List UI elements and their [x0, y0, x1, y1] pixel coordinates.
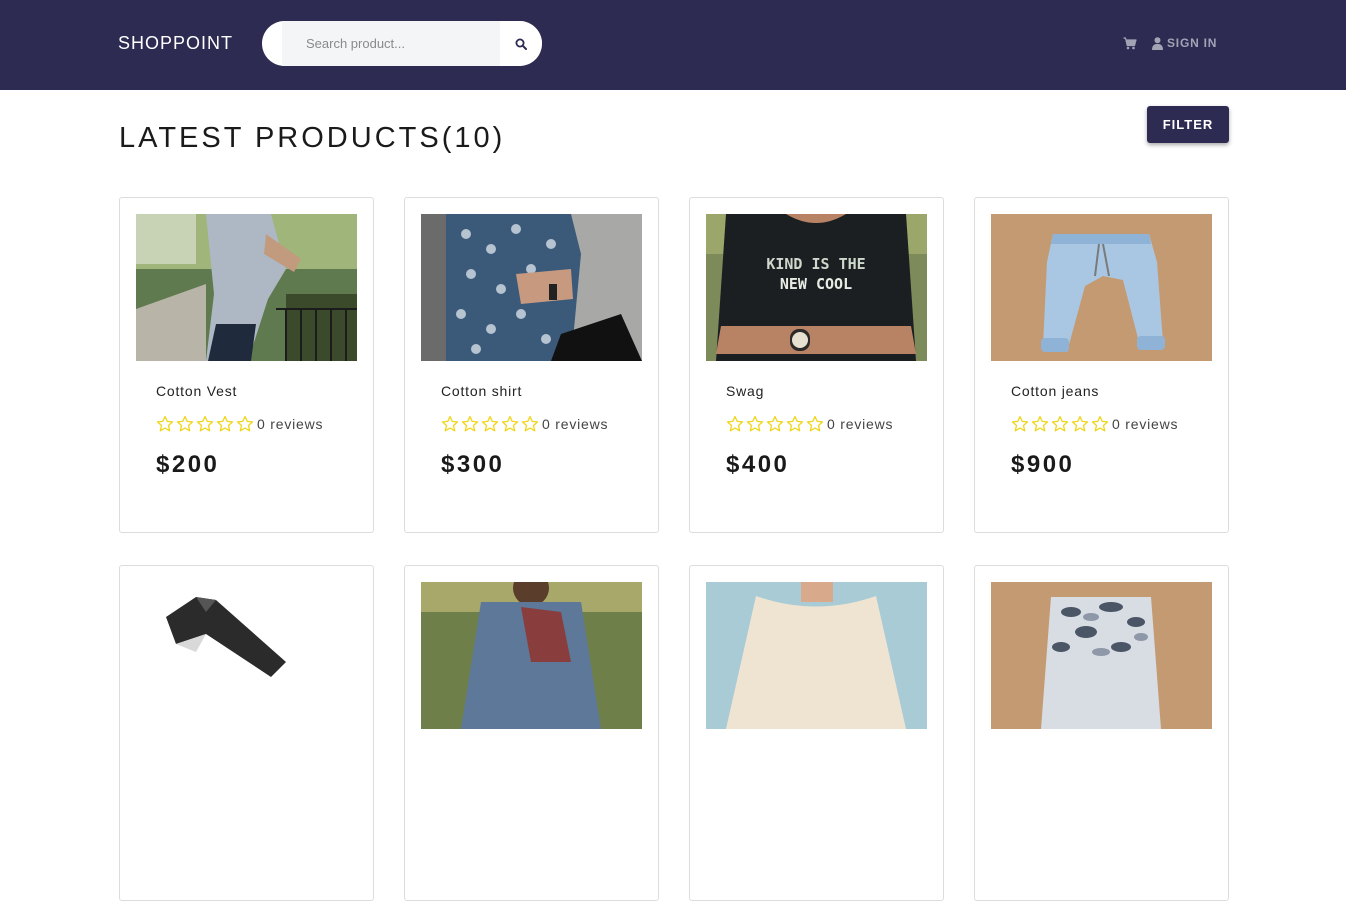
review-count: 0 reviews	[542, 416, 609, 432]
star-outline-icon	[1051, 415, 1069, 432]
star-outline-icon	[1031, 415, 1049, 432]
product-image[interactable]	[991, 214, 1212, 361]
sign-in-link[interactable]: SIGN IN	[1152, 34, 1217, 52]
navbar: SHOPPOINT SIGN IN	[0, 0, 1346, 90]
page-title: LATEST PRODUCTS(10)	[119, 122, 506, 154]
cart-icon	[1123, 36, 1137, 49]
product-card	[119, 565, 374, 901]
star-outline-icon	[461, 415, 479, 432]
star-outline-icon	[156, 415, 174, 432]
product-card	[404, 565, 659, 901]
product-image[interactable]	[706, 582, 927, 729]
filter-button[interactable]: FILTER	[1147, 106, 1229, 143]
star-outline-icon	[1091, 415, 1109, 432]
review-count: 0 reviews	[257, 416, 324, 432]
product-rating: 0 reviews	[726, 414, 893, 434]
product-card	[689, 565, 944, 901]
star-outline-icon	[726, 415, 744, 432]
search-button[interactable]	[500, 21, 542, 66]
product-price: $400	[726, 451, 790, 478]
product-card: Cotton jeans 0 reviews $900	[974, 197, 1229, 533]
product-price: $900	[1011, 451, 1075, 478]
sign-in-label: SIGN IN	[1167, 36, 1218, 50]
product-photo: KIND IS THE NEW COOL	[706, 214, 927, 361]
product-name[interactable]: Cotton jeans	[1011, 383, 1099, 399]
product-photo	[991, 214, 1212, 361]
product-name[interactable]: Cotton Vest	[156, 383, 237, 399]
star-outline-icon	[196, 415, 214, 432]
product-photo	[421, 214, 642, 361]
search-input[interactable]	[282, 21, 500, 66]
product-rating: 0 reviews	[1011, 414, 1178, 434]
star-outline-icon	[176, 415, 194, 432]
product-image[interactable]	[421, 214, 642, 361]
product-rating: 0 reviews	[156, 414, 323, 434]
brand-logo[interactable]: SHOPPOINT	[118, 33, 233, 54]
star-outline-icon	[1011, 415, 1029, 432]
star-outline-icon	[746, 415, 764, 432]
search-bar	[262, 21, 542, 66]
product-price: $300	[441, 451, 505, 478]
star-outline-icon	[216, 415, 234, 432]
product-image[interactable]: KIND IS THE NEW COOL	[706, 214, 927, 361]
product-card: Cotton Vest 0 reviews $200	[119, 197, 374, 533]
product-price: $200	[156, 451, 220, 478]
product-image[interactable]	[991, 582, 1212, 729]
review-count: 0 reviews	[1112, 416, 1179, 432]
svg-text:KIND IS THE: KIND IS THE	[766, 255, 865, 273]
product-photo	[136, 582, 357, 729]
svg-text:NEW COOL: NEW COOL	[780, 275, 852, 293]
product-photo	[991, 582, 1212, 729]
review-count: 0 reviews	[827, 416, 894, 432]
product-card: KIND IS THE NEW COOL Swag 0 reviews $400	[689, 197, 944, 533]
star-outline-icon	[521, 415, 539, 432]
cart-button[interactable]	[1122, 35, 1138, 51]
user-icon	[1152, 36, 1163, 50]
product-card: Cotton shirt 0 reviews $300	[404, 197, 659, 533]
star-outline-icon	[481, 415, 499, 432]
star-outline-icon	[501, 415, 519, 432]
product-card	[974, 565, 1229, 901]
product-name[interactable]: Cotton shirt	[441, 383, 522, 399]
star-outline-icon	[441, 415, 459, 432]
star-outline-icon	[766, 415, 784, 432]
product-photo	[421, 582, 642, 729]
product-photo	[706, 582, 927, 729]
star-outline-icon	[786, 415, 804, 432]
product-name[interactable]: Swag	[726, 383, 764, 399]
star-outline-icon	[1071, 415, 1089, 432]
star-outline-icon	[236, 415, 254, 432]
star-outline-icon	[806, 415, 824, 432]
product-image[interactable]	[136, 582, 357, 729]
product-image[interactable]	[421, 582, 642, 729]
product-rating: 0 reviews	[441, 414, 608, 434]
product-photo	[136, 214, 357, 361]
search-icon	[515, 38, 527, 50]
product-image[interactable]	[136, 214, 357, 361]
